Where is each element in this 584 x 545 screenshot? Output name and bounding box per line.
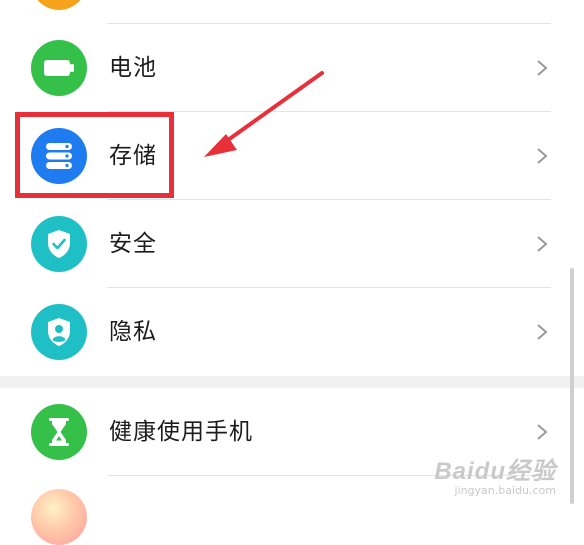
watermark: Baidu经验 jingyan.baidu.com	[434, 451, 556, 497]
watermark-logo: Baidu经验	[434, 458, 556, 485]
scrollbar[interactable]	[570, 268, 574, 504]
annotation-arrow-icon	[204, 71, 324, 157]
